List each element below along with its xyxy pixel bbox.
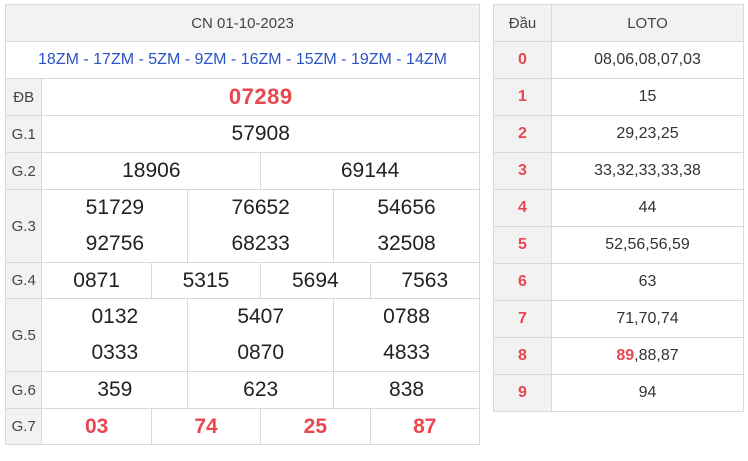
loto-head-digit: 6 (493, 263, 552, 301)
prize-g3-value: 76652 (231, 196, 290, 219)
prize-g1-value: 57908 (41, 115, 480, 153)
loto-header-loto: LOTO (551, 4, 744, 42)
loto-values: 29,23,25 (551, 115, 744, 153)
loto-head-digit: 0 (493, 41, 552, 79)
prize-g3-value: 54656 (377, 196, 436, 219)
prize-g7-value: 25 (260, 408, 371, 445)
prize-g4-value: 0871 (41, 262, 152, 299)
loto-values: 52,56,56,59 (551, 226, 744, 264)
prize-g5-value: 0870 (237, 341, 285, 364)
loto-head-digit: 9 (493, 374, 552, 412)
prize-g6-value: 623 (187, 371, 335, 409)
loto-values: 71,70,74 (551, 300, 744, 338)
loto-head-digit: 8 (493, 337, 552, 375)
prize-g5-value: 4833 (383, 341, 430, 364)
loto-table: Đầu LOTO 0 08,06,08,07,03 1 15 2 29,23,2… (493, 4, 744, 412)
loto-head-digit: 5 (493, 226, 552, 264)
prize-label-g1: G.1 (4, 115, 43, 153)
loto-values-text: 29,23,25 (616, 125, 679, 142)
loto-head-digit: 7 (493, 300, 552, 338)
prize-g5-cell: 0788 4833 (333, 298, 480, 372)
prize-g2-value: 18906 (41, 152, 262, 190)
special-prize-value: 07289 (41, 78, 480, 116)
prize-g5-cell: 0132 0333 (41, 298, 189, 372)
prize-g7-value: 03 (41, 408, 152, 445)
loto-highlight: 89 (616, 347, 635, 364)
loto-values-text: ,88,87 (634, 347, 679, 364)
loto-values: 89,88,87 (551, 337, 744, 375)
prize-g5-value: 5407 (237, 305, 285, 328)
prize-label-g2: G.2 (4, 152, 43, 190)
prize-g4-value: 5315 (150, 262, 262, 299)
prize-g5-value: 0788 (383, 305, 430, 328)
loto-values-text: 15 (638, 88, 657, 105)
loto-values-text: 33,32,33,33,38 (594, 162, 701, 179)
loto-values: 63 (551, 263, 744, 301)
loto-values-text: 71,70,74 (616, 310, 679, 327)
prize-g3-value: 68233 (231, 232, 290, 255)
loto-values-text: 63 (638, 273, 657, 290)
prize-label-g7: G.7 (4, 408, 43, 445)
loto-header-dau: Đầu (493, 4, 552, 42)
loto-head-digit: 3 (493, 152, 552, 190)
prize-g7-value: 74 (150, 408, 262, 445)
prize-g6-value: 838 (333, 371, 480, 409)
prize-label-g5: G.5 (4, 298, 43, 372)
prize-g2-value: 69144 (260, 152, 480, 190)
loto-values: 08,06,08,07,03 (551, 41, 744, 79)
prize-g4-value: 5694 (260, 262, 371, 299)
draw-date: CN 01-10-2023 (5, 4, 480, 42)
loto-values: 44 (551, 189, 744, 227)
loto-values: 33,32,33,33,38 (551, 152, 744, 190)
prize-g6-value: 359 (41, 371, 189, 409)
loto-head-digit: 4 (493, 189, 552, 227)
prize-g7-value: 87 (369, 408, 481, 445)
loto-head-digit: 2 (493, 115, 552, 153)
loto-values-text: 52,56,56,59 (605, 236, 690, 253)
prize-label-g6: G.6 (4, 371, 43, 409)
prize-g3-value: 92756 (85, 232, 145, 255)
results-table: CN 01-10-2023 18ZM - 17ZM - 5ZM - 9ZM - … (4, 4, 481, 445)
loto-values-text: 08,06,08,07,03 (594, 51, 701, 68)
prize-g3-cell: 76652 68233 (187, 189, 335, 263)
prize-g3-value: 32508 (377, 232, 436, 255)
prize-label-g4: G.4 (4, 262, 43, 299)
prize-g3-cell: 51729 92756 (41, 189, 189, 263)
loto-values: 94 (551, 374, 744, 412)
draw-codes: 18ZM - 17ZM - 5ZM - 9ZM - 16ZM - 15ZM - … (5, 41, 480, 79)
prize-label-db: ĐB (4, 78, 43, 116)
loto-head-digit: 1 (493, 78, 552, 116)
prize-g5-value: 0132 (91, 305, 139, 328)
prize-g3-value: 51729 (85, 196, 145, 219)
prize-g5-value: 0333 (91, 341, 139, 364)
loto-values-text: 44 (638, 199, 657, 216)
prize-g3-cell: 54656 32508 (333, 189, 480, 263)
prize-g5-cell: 5407 0870 (187, 298, 335, 372)
prize-label-g3: G.3 (4, 189, 43, 263)
loto-values-text: 94 (638, 384, 657, 401)
loto-values: 15 (551, 78, 744, 116)
prize-g4-value: 7563 (369, 262, 481, 299)
